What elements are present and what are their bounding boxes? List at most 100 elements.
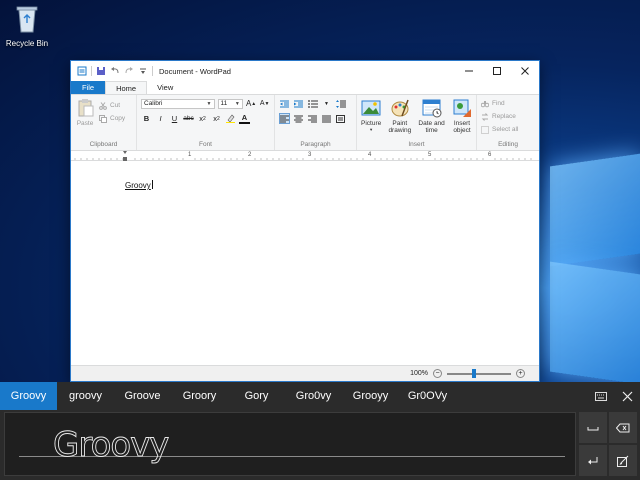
paint-drawing-button[interactable]: Paint drawing [388,98,411,134]
keyboard-switch-button[interactable] [588,382,614,410]
date-time-label-1: Date and [418,120,445,127]
candidate-item[interactable]: groovy [57,382,114,410]
candidate-item[interactable]: Groove [114,382,171,410]
qat-separator [91,66,92,76]
zoom-slider-thumb[interactable] [472,368,477,378]
paste-button[interactable]: Paste [75,98,95,127]
find-button[interactable]: Find [481,98,535,109]
zoom-slider[interactable] [447,368,511,378]
zoom-level: 100% [410,370,428,377]
save-icon[interactable] [96,66,106,76]
shrink-font-icon[interactable]: A ▼ [259,98,270,109]
handwriting-canvas[interactable]: Groovy [4,412,576,476]
qat-separator [152,66,153,76]
calendar-clock-icon [422,99,442,118]
cut-label: Cut [110,102,121,109]
date-time-label-2: time [425,127,438,134]
ruler-number: 1 [188,152,192,158]
document-area[interactable]: Groovy [71,162,539,365]
candidate-item[interactable]: Gory [228,382,285,410]
insert-picture-button[interactable]: Picture ▼ [361,98,381,134]
chevron-down-icon: ▼ [234,100,240,107]
handwriting-ink-text: Groovy [53,425,169,465]
space-key[interactable] [579,412,607,443]
close-panel-button[interactable] [614,382,640,410]
insert-object-button[interactable]: Insert object [452,98,472,134]
line-spacing-icon[interactable] [335,98,346,109]
align-right-icon[interactable] [307,113,318,124]
redo-icon[interactable] [124,66,134,76]
ruler[interactable]: 1 2 3 4 5 6 [71,151,539,161]
highlight-icon[interactable] [225,113,236,124]
clipboard-group-label: Clipboard [89,141,118,148]
customize-qat-icon[interactable] [138,66,148,76]
justify-icon[interactable] [321,113,332,124]
close-button[interactable] [511,61,539,81]
align-center-icon[interactable] [293,113,304,124]
candidate-item[interactable]: Gr0OVy [399,382,456,410]
wordpad-app-icon[interactable] [77,66,87,76]
ribbon-tabs: File Home View [71,81,539,95]
minimize-button[interactable] [455,61,483,81]
underline-icon[interactable]: U [169,113,180,124]
insert-group-label: Insert [408,141,425,148]
edit-mode-key[interactable] [609,445,637,476]
subscript-icon[interactable]: x2 [197,113,208,124]
undo-icon[interactable] [110,66,120,76]
document-text: Groovy [125,180,153,190]
cut-button[interactable]: Cut [99,100,125,111]
handwriting-panel: Groovy groovy Groove Groory Gory Gro0vy … [0,382,640,480]
window-title: Document - WordPad [159,66,231,76]
paint-drawing-label-2: drawing [388,127,412,134]
decrease-indent-icon[interactable] [279,98,290,109]
document-text-content: Groovy [125,181,151,190]
tab-file[interactable]: File [71,81,106,94]
bold-icon[interactable]: B [141,113,152,124]
font-color-icon[interactable]: A [239,113,250,124]
tab-home[interactable]: Home [105,81,148,94]
candidate-item[interactable]: Groovy [0,382,57,410]
grow-font-icon[interactable]: A ▲ [246,98,257,109]
zoom-in-button[interactable]: + [516,369,525,378]
align-left-icon[interactable] [279,113,290,124]
ruler-ticks [74,151,532,161]
tab-view[interactable]: View [147,81,183,94]
ruler-number: 6 [488,152,492,158]
candidate-item[interactable]: Groory [171,382,228,410]
ruler-number: 5 [428,152,432,158]
font-family-value: Calibri [144,100,163,107]
copy-button[interactable]: Copy [99,113,125,124]
chevron-down-icon: ▼ [369,127,374,132]
copy-label: Copy [110,115,126,122]
font-size-value: 11 [220,100,228,107]
enter-key[interactable] [579,445,607,476]
chevron-down-icon[interactable]: ▼ [321,98,332,109]
candidate-item[interactable]: Grooуy [342,382,399,410]
increase-indent-icon[interactable] [293,98,304,109]
paint-palette-icon [391,99,409,117]
date-time-button[interactable]: Date and time [418,98,445,134]
handwriting-side-keys [579,412,637,476]
title-bar: Document - WordPad [71,61,539,81]
select-all-button[interactable]: Select all [481,124,535,135]
zoom-out-button[interactable]: − [433,369,442,378]
font-size-select[interactable]: 11 ▼ [217,98,243,109]
paragraph-settings-icon[interactable] [335,113,346,124]
italic-icon[interactable]: I [155,113,166,124]
strikethrough-icon[interactable]: abc [183,113,194,124]
recycle-bin-label: Recycle Bin [5,39,49,48]
bullets-icon[interactable] [307,98,318,109]
maximize-button[interactable] [483,61,511,81]
picture-icon [361,100,381,116]
recycle-bin[interactable]: Recycle Bin [4,4,50,48]
backspace-key[interactable] [609,412,637,443]
ribbon: Paste Cut Copy Clipboard Calibri ▼ 11 ▼ … [71,95,539,151]
select-all-icon [481,125,489,134]
insert-object-label-2: object [453,127,471,134]
replace-button[interactable]: Replace [481,111,535,122]
superscript-icon[interactable]: x2 [211,113,222,124]
select-all-label: Select all [492,126,519,133]
recycle-bin-icon [16,6,38,33]
font-family-select[interactable]: Calibri ▼ [141,98,215,109]
candidate-item[interactable]: Gro0vy [285,382,342,410]
